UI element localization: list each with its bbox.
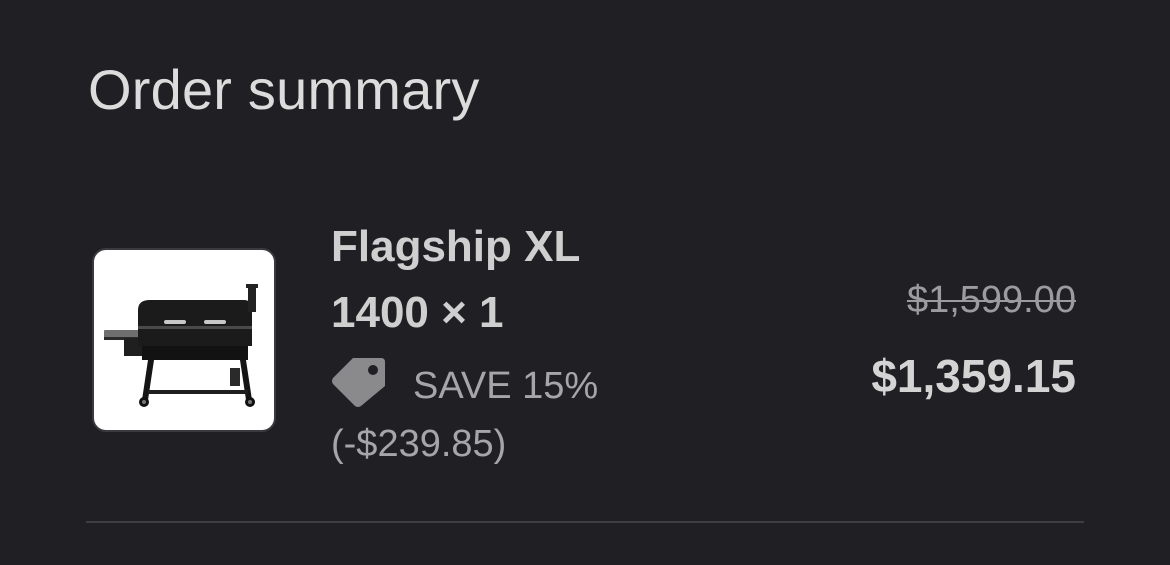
product-thumbnail	[92, 248, 276, 432]
tag-icon	[331, 356, 387, 408]
original-price: $1,599.00	[906, 279, 1076, 321]
product-name: Flagship XL	[331, 222, 581, 271]
final-price: $1,359.15	[871, 350, 1076, 402]
order-summary-title: Order summary	[88, 58, 480, 121]
pellet-grill-image	[104, 284, 258, 407]
product-variant-quantity: 1400 × 1	[331, 288, 504, 337]
divider	[86, 521, 1084, 523]
discount-line: SAVE 15% (-$239.85)	[331, 356, 691, 473]
